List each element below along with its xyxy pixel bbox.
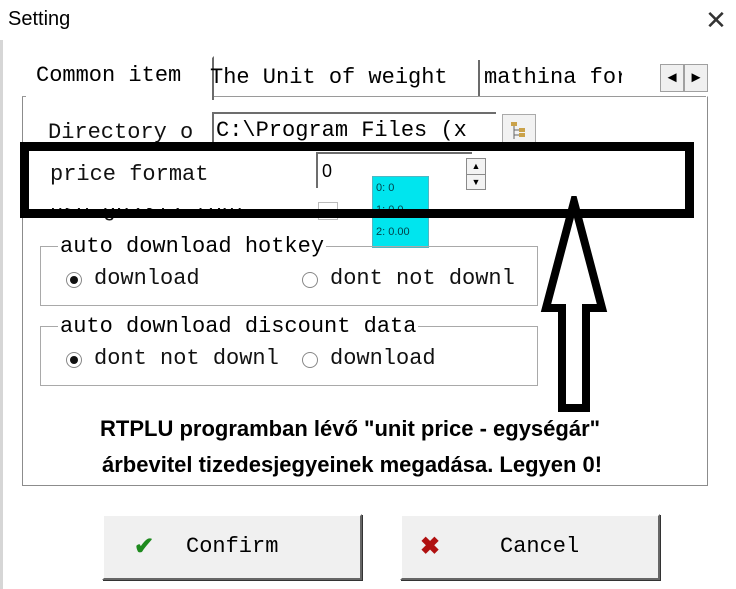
tooltip-option: 2: 0.00 bbox=[376, 226, 410, 238]
hotkey-download-label[interactable]: download bbox=[94, 266, 200, 291]
discount-group-title: auto download discount data bbox=[58, 314, 419, 339]
hotkey-download-radio[interactable] bbox=[66, 272, 82, 288]
close-icon[interactable]: ✕ bbox=[700, 4, 732, 36]
discount-dont-radio[interactable] bbox=[66, 352, 82, 368]
cancel-button[interactable]: ✖ Cancel bbox=[400, 514, 660, 580]
annotation-line-1: RTPLU programban lévő "unit price - egys… bbox=[100, 416, 601, 441]
confirm-button[interactable]: ✔ Confirm bbox=[102, 514, 362, 580]
cross-icon: ✖ bbox=[420, 533, 441, 560]
hotkey-dont-label[interactable]: dont not downl bbox=[330, 266, 515, 291]
check-icon: ✔ bbox=[134, 533, 155, 560]
discount-dont-label[interactable]: dont not downl bbox=[94, 346, 279, 371]
hotkey-dont-radio[interactable] bbox=[302, 272, 318, 288]
tab-common-item[interactable]: Common item bbox=[26, 56, 214, 100]
hotkey-group-title: auto download hotkey bbox=[58, 234, 327, 259]
up-arrow-icon bbox=[540, 196, 608, 412]
window-title: Setting bbox=[8, 8, 71, 30]
discount-download-radio[interactable] bbox=[302, 352, 318, 368]
tab-scroll-right-icon[interactable]: ► bbox=[684, 64, 708, 92]
cancel-label: Cancel bbox=[500, 534, 580, 559]
tab-mathina-format[interactable]: mathina format bbox=[478, 60, 622, 96]
tab-unit-of-weight[interactable]: The Unit of weight bbox=[204, 60, 480, 96]
confirm-label: Confirm bbox=[186, 534, 279, 559]
window-edge bbox=[0, 40, 3, 589]
discount-download-label[interactable]: download bbox=[330, 346, 436, 371]
annotation-line-2: árbevitel tizedesjegyeinek megadása. Leg… bbox=[102, 452, 603, 477]
tab-scroll-left-icon[interactable]: ◄ bbox=[660, 64, 684, 92]
